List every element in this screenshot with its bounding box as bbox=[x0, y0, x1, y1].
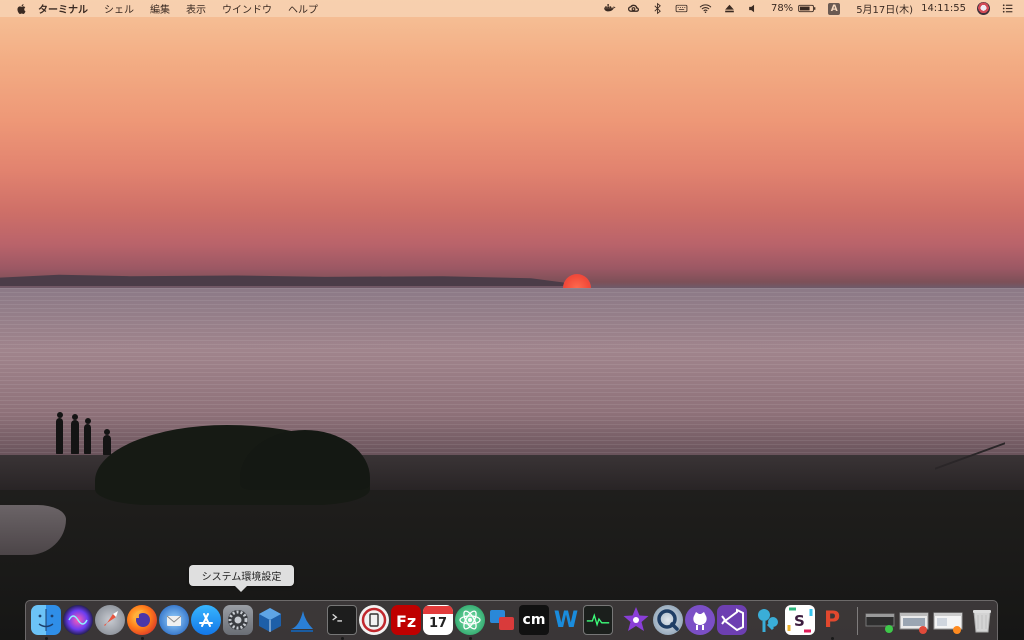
keyboard-icon[interactable] bbox=[675, 2, 688, 15]
wallpaper-distant-land bbox=[0, 274, 590, 286]
creative-cloud-icon[interactable] bbox=[627, 2, 640, 15]
dock-minimized-window-2[interactable] bbox=[899, 605, 929, 635]
dock-finder-icon[interactable] bbox=[31, 605, 61, 635]
dock-siri-icon[interactable] bbox=[63, 605, 93, 635]
dock-terminal-icon[interactable] bbox=[327, 605, 357, 635]
dock-filezilla-icon[interactable]: Fz bbox=[391, 605, 421, 635]
dock-wireshark-icon[interactable] bbox=[287, 605, 317, 635]
dock-slack-icon[interactable]: S bbox=[785, 605, 815, 635]
dock-word-editor-icon[interactable]: W bbox=[551, 605, 581, 635]
wifi-icon[interactable] bbox=[699, 2, 712, 15]
battery-icon[interactable] bbox=[798, 2, 816, 15]
wallpaper-person-silhouette bbox=[103, 429, 111, 455]
wallpaper-person-silhouette bbox=[56, 412, 63, 454]
wallpaper-person-silhouette bbox=[84, 418, 91, 454]
bluetooth-icon[interactable] bbox=[651, 2, 664, 15]
dock-minimized-window-3[interactable] bbox=[933, 605, 963, 635]
dock: Fz 17 cm W S P bbox=[25, 600, 998, 640]
dock-teamviewer-icon[interactable] bbox=[487, 605, 517, 635]
menu-window[interactable]: ウインドウ bbox=[222, 1, 272, 16]
volume-icon[interactable] bbox=[747, 2, 760, 15]
menu-edit[interactable]: 編集 bbox=[150, 1, 170, 16]
menu-help[interactable]: ヘルプ bbox=[288, 1, 318, 16]
calendar-day: 17 bbox=[428, 616, 448, 631]
dock-calendar-icon[interactable]: 17 bbox=[423, 605, 453, 635]
menu-bar: ターミナル シェル 編集 表示 ウインドウ ヘルプ 78% A 5月17日(木)… bbox=[0, 0, 1024, 17]
dock-cm-icon[interactable]: cm bbox=[519, 605, 549, 635]
desktop-wallpaper bbox=[0, 0, 1024, 640]
eject-icon[interactable] bbox=[723, 2, 736, 15]
input-source-icon[interactable]: A bbox=[828, 2, 841, 15]
status-area: 78% A 5月17日(木) 14:11:55 bbox=[592, 0, 1014, 17]
dock-virtualbox-icon[interactable] bbox=[255, 605, 285, 635]
wallpaper-person-silhouette bbox=[71, 414, 79, 454]
dock-app-store-icon[interactable] bbox=[191, 605, 221, 635]
dock-visual-studio-icon[interactable] bbox=[717, 605, 747, 635]
battery-percent[interactable]: 78% bbox=[771, 3, 793, 14]
dock-system-preferences-icon[interactable] bbox=[223, 605, 253, 635]
dock-firefox-icon[interactable] bbox=[127, 605, 157, 635]
menubar-clock[interactable]: 14:11:55 bbox=[921, 3, 966, 14]
user-avatar[interactable] bbox=[977, 2, 990, 15]
dock-activity-monitor-icon[interactable] bbox=[583, 605, 613, 635]
dock-launchpad-icon[interactable] bbox=[95, 605, 125, 635]
menu-view[interactable]: 表示 bbox=[186, 1, 206, 16]
dock-imovie-icon[interactable] bbox=[621, 605, 651, 635]
dock-vpn-client-icon[interactable] bbox=[359, 605, 389, 635]
menu-app-name[interactable]: ターミナル bbox=[38, 1, 88, 16]
dock-powerpoint-icon[interactable]: P bbox=[817, 605, 847, 635]
dock-minimized-window-1[interactable] bbox=[865, 605, 895, 635]
svg-text:Fz: Fz bbox=[396, 612, 416, 631]
svg-text:S: S bbox=[794, 612, 805, 630]
dock-trash-icon[interactable] bbox=[967, 605, 997, 635]
dock-sourcetree-icon[interactable] bbox=[753, 605, 783, 635]
menubar-date[interactable]: 5月17日(木) bbox=[856, 1, 913, 16]
dock-tooltip: システム環境設定 bbox=[189, 565, 294, 592]
dock-separator bbox=[857, 607, 858, 635]
dock-thunderbird-icon[interactable] bbox=[159, 605, 189, 635]
dock-atom-icon[interactable] bbox=[455, 605, 485, 635]
apple-menu-icon[interactable] bbox=[16, 3, 28, 15]
dock-github-desktop-icon[interactable] bbox=[685, 605, 715, 635]
dock-quicktime-icon[interactable] bbox=[653, 605, 683, 635]
menu-shell[interactable]: シェル bbox=[104, 1, 134, 16]
docker-icon[interactable] bbox=[603, 2, 616, 15]
notification-list-icon[interactable] bbox=[1001, 2, 1014, 15]
